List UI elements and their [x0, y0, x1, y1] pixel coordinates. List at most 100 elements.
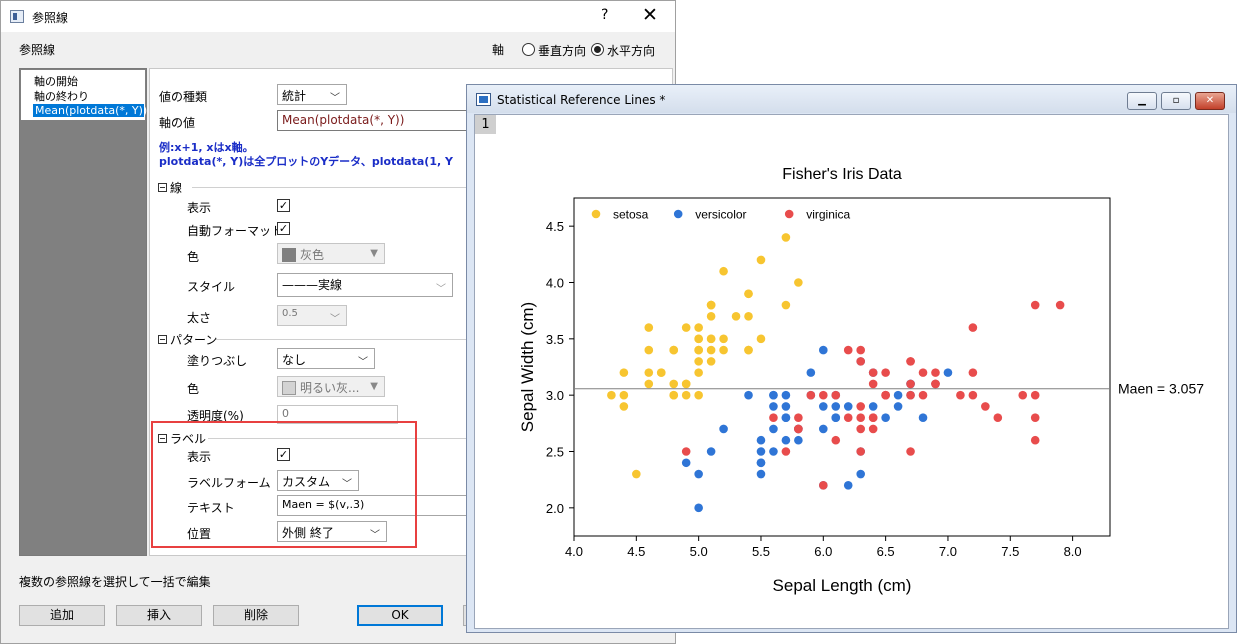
line-color-select[interactable]: 灰色 ▼: [277, 243, 385, 264]
legend-label-virginica: virginica: [806, 208, 850, 222]
close-icon[interactable]: ✕: [1195, 92, 1225, 110]
section-pattern[interactable]: パターン: [158, 331, 217, 348]
section-line[interactable]: 線: [158, 179, 182, 196]
data-point-setosa: [706, 334, 716, 344]
data-point-virginica: [906, 447, 915, 456]
data-point-setosa: [781, 233, 791, 242]
radio-vertical-label: 垂直方向: [538, 44, 587, 58]
color-swatch: [282, 248, 296, 262]
radio-vertical[interactable]: [522, 43, 535, 56]
data-point-virginica: [856, 345, 865, 355]
legend-label-setosa: setosa: [613, 208, 649, 222]
line-width-value: 0.5: [282, 308, 298, 319]
line-show-checkbox[interactable]: ✓: [277, 199, 290, 212]
data-point-setosa: [644, 368, 654, 377]
data-point-setosa: [681, 323, 691, 332]
data-point-virginica: [819, 390, 828, 400]
data-point-setosa: [694, 390, 703, 400]
data-point-setosa: [706, 312, 716, 321]
data-point-setosa: [706, 300, 716, 310]
data-point-virginica: [1030, 300, 1040, 310]
list-item-axis-end[interactable]: 軸の終わり: [34, 88, 89, 104]
add-button[interactable]: 追加: [19, 605, 105, 626]
data-point-setosa: [719, 345, 728, 355]
data-point-setosa: [744, 289, 753, 299]
restore-icon[interactable]: ▫: [1161, 92, 1191, 110]
data-point-versicolor: [843, 402, 853, 411]
auto-format-checkbox[interactable]: ✓: [277, 222, 290, 235]
data-point-virginica: [831, 435, 841, 445]
insert-button[interactable]: 挿入: [116, 605, 202, 626]
transparency-value: 0: [282, 407, 289, 420]
collapse-icon[interactable]: [158, 183, 167, 192]
data-point-setosa: [681, 390, 691, 400]
dropdown-arrow-icon: ▼: [370, 381, 378, 392]
graph-canvas[interactable]: 4.0 4.5 5.0 5.5 6.0 6.5 7.0 7.5 8.0 2.0 2.5 3.0 3.5 4…: [474, 114, 1229, 629]
data-point-virginica: [968, 368, 978, 377]
value-type-label: 値の種類: [159, 90, 208, 104]
section-line-title: 線: [170, 181, 183, 195]
data-point-versicolor: [769, 402, 778, 411]
y-tick-label: 4.5: [546, 219, 564, 234]
y-tick-label: 3.0: [546, 388, 564, 403]
data-point-virginica: [868, 368, 878, 377]
data-point-versicolor: [694, 469, 703, 479]
data-point-virginica: [856, 402, 865, 411]
data-point-versicolor: [694, 503, 703, 513]
data-point-setosa: [756, 334, 766, 344]
delete-button[interactable]: 削除: [213, 605, 299, 626]
data-point-virginica: [881, 368, 890, 377]
data-point-virginica: [769, 413, 778, 423]
ok-button[interactable]: OK: [357, 605, 443, 626]
y-tick-label: 4.0: [546, 276, 564, 291]
data-point-setosa: [619, 390, 629, 400]
data-point-versicolor: [781, 402, 791, 411]
pattern-color-select[interactable]: 明るい灰... ▼: [277, 376, 385, 397]
line-style-select[interactable]: ———実線 ﹀: [277, 273, 453, 297]
data-point-setosa: [719, 334, 728, 344]
reference-line-list[interactable]: 軸の開始 軸の終わり Mean(plotdata(*, Y)): [19, 68, 147, 556]
help-button[interactable]: ?: [601, 7, 608, 23]
data-point-versicolor: [744, 390, 753, 400]
data-point-versicolor: [781, 435, 791, 445]
data-point-virginica: [993, 413, 1003, 423]
radio-horizontal-label: 水平方向: [607, 44, 656, 58]
data-point-setosa: [644, 379, 654, 389]
chart-title: Fisher's Iris Data: [782, 166, 902, 183]
scatter-chart: 4.0 4.5 5.0 5.5 6.0 6.5 7.0 7.5 8.0 2.0 2.5 3.0 3.5 4…: [518, 166, 1204, 595]
chevron-down-icon: ﹀: [358, 357, 368, 368]
data-point-versicolor: [719, 424, 728, 434]
data-point-virginica: [956, 390, 965, 400]
data-point-setosa: [794, 278, 803, 287]
radio-horizontal[interactable]: [591, 43, 604, 56]
layer-indicator[interactable]: 1: [475, 115, 496, 134]
data-point-setosa: [632, 469, 641, 479]
group-label: 参照線: [19, 43, 56, 57]
data-point-virginica: [1018, 390, 1028, 400]
list-item-mean[interactable]: Mean(plotdata(*, Y)): [33, 104, 147, 117]
data-point-virginica: [868, 413, 878, 423]
data-point-versicolor: [756, 458, 766, 468]
data-point-virginica: [856, 447, 865, 456]
data-point-versicolor: [706, 447, 716, 456]
minimize-icon[interactable]: ▁: [1127, 92, 1157, 110]
value-type-select[interactable]: 統計 ﹀: [277, 84, 347, 105]
data-point-versicolor: [831, 402, 841, 411]
data-point-versicolor: [819, 345, 828, 355]
list-item-axis-start[interactable]: 軸の開始: [34, 73, 78, 89]
collapse-icon[interactable]: [158, 335, 167, 344]
axis-value-input[interactable]: Mean(plotdata(*, Y)): [277, 110, 477, 131]
x-tick-label: 4.0: [565, 544, 583, 559]
legend-marker-virginica: [784, 209, 794, 219]
fill-select[interactable]: なし ﹀: [277, 348, 375, 369]
data-point-virginica: [906, 379, 915, 389]
data-point-versicolor: [819, 402, 828, 411]
x-tick-label: 7.0: [939, 544, 957, 559]
data-point-setosa: [756, 255, 766, 265]
close-icon[interactable]: ✕: [642, 4, 658, 26]
data-point-virginica: [794, 413, 803, 423]
line-width-select[interactable]: 0.5 ﹀: [277, 305, 347, 326]
fill-label: 塗りつぶし: [187, 354, 248, 368]
data-point-versicolor: [781, 413, 791, 423]
data-point-versicolor: [881, 413, 890, 423]
